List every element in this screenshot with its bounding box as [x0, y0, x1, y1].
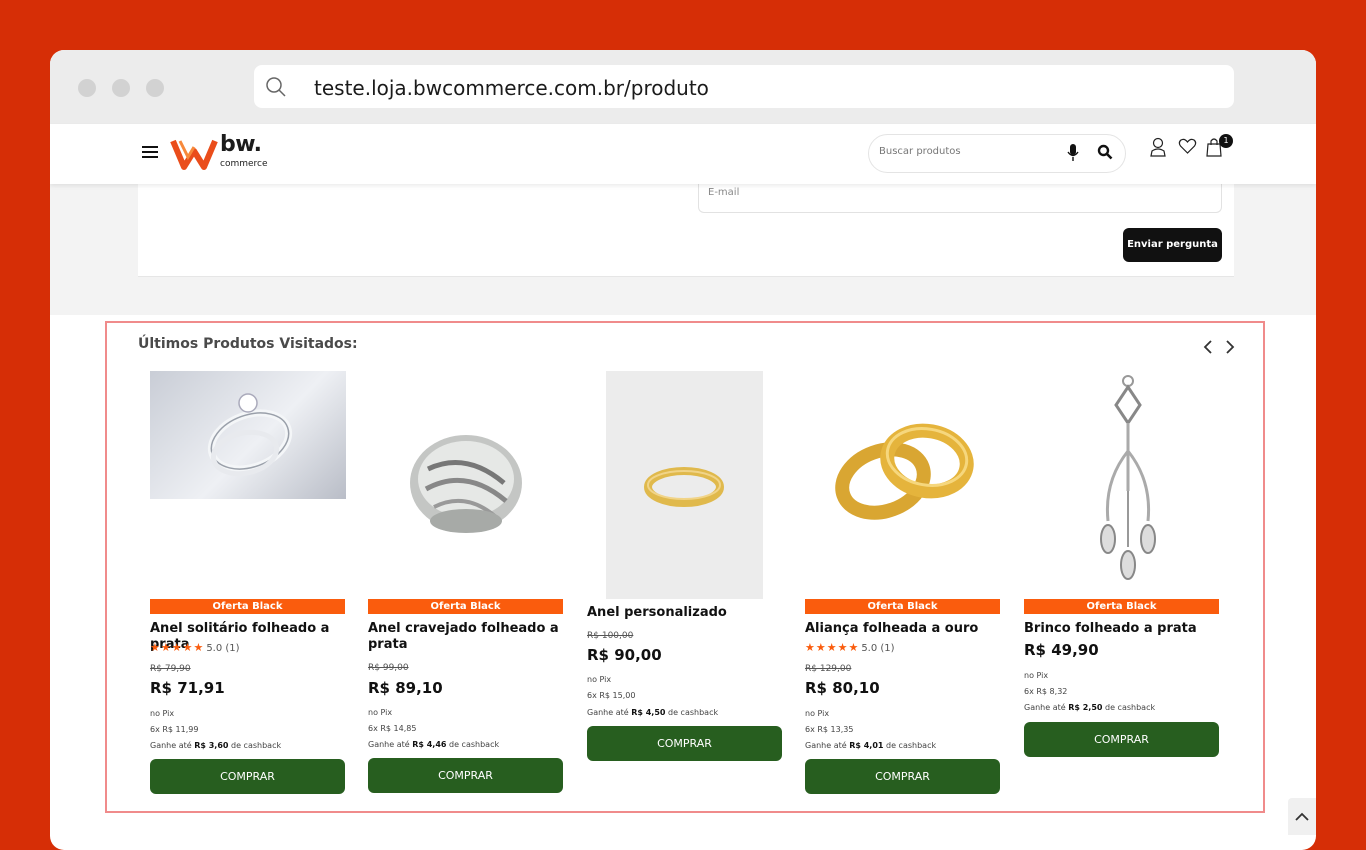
product-image[interactable]: [606, 371, 763, 599]
old-price: R$ 129,00: [805, 664, 852, 674]
installments: 6x R$ 8,32: [1024, 687, 1068, 696]
pix-label: no Pix: [368, 708, 393, 717]
cashback-info: Ganhe até R$ 4,01 de cashback: [805, 741, 937, 750]
section-title: Últimos Produtos Visitados:: [138, 336, 358, 352]
email-placeholder: E-mail: [708, 187, 740, 198]
product-image[interactable]: [150, 371, 346, 499]
buy-button[interactable]: COMPRAR: [1024, 722, 1219, 757]
logo-text: bw.: [220, 132, 262, 157]
product-price: R$ 80,10: [805, 679, 880, 697]
url-text[interactable]: teste.loja.bwcommerce.com.br/produto: [314, 76, 709, 100]
product-name[interactable]: Anel cravejado folheado a prata: [368, 621, 564, 653]
user-icon[interactable]: [1150, 137, 1166, 157]
product-price: R$ 49,90: [1024, 641, 1099, 659]
product-image[interactable]: [1024, 371, 1220, 599]
back-to-top-button[interactable]: [1288, 798, 1316, 835]
site-header: bw. commerce Buscar produtos 1: [50, 124, 1316, 184]
logo-subtext: commerce: [220, 159, 268, 169]
buy-button[interactable]: COMPRAR: [805, 759, 1000, 794]
rating-stars: ★★★★★ 5.0 (1): [805, 641, 895, 654]
chevron-right-icon[interactable]: [1224, 339, 1236, 355]
recent-products-section: Últimos Produtos Visitados: Oferta Black…: [105, 321, 1265, 813]
chevron-up-icon: [1295, 812, 1309, 821]
old-price: R$ 99,00: [368, 663, 409, 673]
search-input[interactable]: Buscar produtos: [879, 146, 961, 157]
product-price: R$ 90,00: [587, 646, 662, 664]
pix-label: no Pix: [587, 675, 612, 684]
cart-count-badge: 1: [1219, 134, 1233, 148]
cashback-info: Ganhe até R$ 4,50 de cashback: [587, 708, 719, 717]
menu-icon[interactable]: [142, 146, 158, 160]
buy-button[interactable]: COMPRAR: [587, 726, 782, 761]
product-search[interactable]: Buscar produtos: [868, 134, 1126, 173]
product-name[interactable]: Anel personalizado: [587, 605, 783, 621]
pix-label: no Pix: [805, 709, 830, 718]
window-dot-maximize[interactable]: [146, 79, 164, 97]
product-image[interactable]: [805, 371, 1001, 599]
offer-tag: Oferta Black: [150, 599, 345, 614]
window-dot-minimize[interactable]: [112, 79, 130, 97]
offer-tag: Oferta Black: [805, 599, 1000, 614]
chevron-left-icon[interactable]: [1202, 339, 1214, 355]
search-button-icon[interactable]: [1097, 144, 1113, 160]
product-price: R$ 89,10: [368, 679, 443, 697]
installments: 6x R$ 14,85: [368, 724, 417, 733]
send-question-button[interactable]: Enviar pergunta: [1123, 228, 1222, 262]
product-name[interactable]: Brinco folheado a prata: [1024, 621, 1220, 637]
product-price: R$ 71,91: [150, 679, 225, 697]
pix-label: no Pix: [1024, 671, 1049, 680]
installments: 6x R$ 13,35: [805, 725, 854, 734]
buy-button[interactable]: COMPRAR: [150, 759, 345, 794]
question-form: E-mail Enviar pergunta: [138, 174, 1234, 277]
installments: 6x R$ 15,00: [587, 691, 636, 700]
product-name[interactable]: Aliança folheada a ouro: [805, 621, 1001, 637]
address-bar[interactable]: teste.loja.bwcommerce.com.br/produto: [254, 65, 1234, 108]
old-price: R$ 79,90: [150, 664, 191, 674]
logo[interactable]: [170, 135, 218, 171]
cashback-info: Ganhe até R$ 3,60 de cashback: [150, 741, 282, 750]
cashback-info: Ganhe até R$ 4,46 de cashback: [368, 740, 500, 749]
browser-chrome: teste.loja.bwcommerce.com.br/produto: [50, 50, 1316, 124]
cashback-info: Ganhe até R$ 2,50 de cashback: [1024, 703, 1156, 712]
browser-window: teste.loja.bwcommerce.com.br/produto bw.…: [50, 50, 1316, 850]
old-price: R$ 100,00: [587, 631, 634, 641]
offer-tag: Oferta Black: [368, 599, 563, 614]
mic-icon[interactable]: [1067, 144, 1079, 162]
pix-label: no Pix: [150, 709, 175, 718]
rating-stars: ★★★★★ 5.0 (1): [150, 641, 240, 654]
installments: 6x R$ 11,99: [150, 725, 199, 734]
page-background: E-mail Enviar pergunta: [50, 174, 1316, 315]
buy-button[interactable]: COMPRAR: [368, 758, 563, 793]
search-icon: [266, 77, 286, 97]
window-dot-close[interactable]: [78, 79, 96, 97]
product-image[interactable]: [368, 371, 564, 599]
heart-icon[interactable]: [1178, 137, 1197, 155]
offer-tag: Oferta Black: [1024, 599, 1219, 614]
